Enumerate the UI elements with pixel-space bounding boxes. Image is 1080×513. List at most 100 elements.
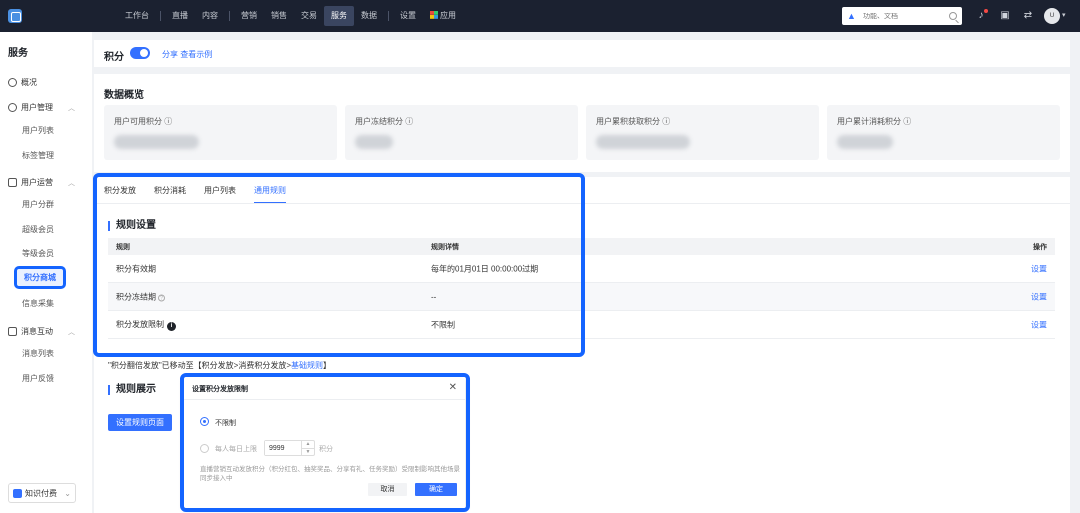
dialog-description: 直播营销互动发放积分（积分红包、抽奖奖品、分享有礼、任务奖励）受限制影响其他场景… — [200, 466, 460, 482]
nav-content[interactable]: 内容 — [195, 6, 225, 26]
search-icon[interactable] — [949, 12, 957, 20]
nav-settings[interactable]: 设置 — [393, 6, 423, 26]
points-toggle[interactable] — [130, 47, 150, 59]
page-header: 积分 分享 查看示例 — [94, 40, 1070, 67]
avatar[interactable]: U — [1044, 8, 1060, 24]
sidebar-group-user-mgmt[interactable]: 用户管理 ︿ — [8, 102, 75, 113]
col-action: 操作 — [1033, 243, 1047, 251]
sidebar-item-info-collect[interactable]: 信息采集 — [22, 298, 54, 309]
stat-card: 用户可用积分 ⓘ — [104, 105, 337, 160]
pie-chart-icon — [8, 78, 17, 87]
tab-points-issue[interactable]: 积分发放 — [104, 185, 136, 203]
app-logo-icon[interactable] — [8, 9, 22, 23]
sidebar-item-super-member[interactable]: 超级会员 — [22, 224, 54, 235]
tab-user-list[interactable]: 用户列表 — [204, 185, 236, 203]
sidebar-group-user-ops[interactable]: 用户运营 ︿ — [8, 177, 75, 188]
nav-service[interactable]: 服务 — [324, 6, 354, 26]
migration-note: "积分翻倍发放"已移动至【积分发放>消费积分发放>基础规则】 — [108, 360, 331, 371]
rule-detail: 不限制 — [431, 320, 455, 329]
nav-divider — [229, 11, 230, 21]
chevron-up-icon: ︿ — [68, 179, 75, 187]
sidebar-item-user-list[interactable]: 用户列表 — [22, 125, 54, 136]
main-nav: 工作台 直播 内容 营销 销售 交易 服务 数据 设置 应用 — [118, 6, 463, 26]
nav-data[interactable]: 数据 — [354, 6, 384, 26]
nav-workbench[interactable]: 工作台 — [118, 6, 156, 26]
confirm-button[interactable]: 确定 — [415, 483, 457, 496]
nav-divider — [388, 11, 389, 21]
increment-icon[interactable]: ▲ — [302, 441, 314, 448]
nav-live[interactable]: 直播 — [165, 6, 195, 26]
sidebar-group-msg[interactable]: 消息互动 ︿ — [8, 326, 75, 337]
sidebar-item-msg-list[interactable]: 消息列表 — [22, 348, 54, 359]
search-box[interactable]: ▲ — [842, 7, 962, 25]
chevron-down-icon[interactable]: ▾ — [1062, 11, 1066, 19]
col-rule: 规则 — [116, 243, 130, 251]
rule-name: 积分发放限制 — [116, 319, 164, 329]
points-limit-dialog: 设置积分发放限制 ✕ 不限制 每人每日上限 ▲ ▼ 积分 直播营销互动发放积分（… — [184, 377, 465, 508]
close-icon[interactable]: ✕ — [449, 382, 457, 393]
rule-name-wrap: 积分冻结期? — [116, 291, 165, 302]
help-icon[interactable]: ? — [158, 294, 165, 301]
set-link[interactable]: 设置 — [1031, 263, 1047, 274]
nav-sales[interactable]: 销售 — [264, 6, 294, 26]
top-navigation-bar: 工作台 直播 内容 营销 销售 交易 服务 数据 设置 应用 ▲ ♪ ▣ ⇄ U… — [0, 0, 1080, 32]
radio-unlimited[interactable] — [200, 417, 209, 426]
radio-daily-limit[interactable] — [200, 444, 209, 453]
set-rules-page-button[interactable]: 设置规则页面 — [108, 414, 172, 431]
chevron-up-icon: ︿ — [68, 104, 75, 112]
sidebar-item-label: 用户运营 — [21, 178, 53, 187]
radio-daily-limit-label: 每人每日上限 — [215, 446, 257, 453]
notification-dot — [984, 9, 988, 13]
sidebar-item-label: 用户管理 — [21, 103, 53, 112]
sidebar-item-level-member[interactable]: 等级会员 — [22, 248, 54, 259]
share-example-links[interactable]: 分享 查看示例 — [162, 49, 212, 60]
col-detail: 规则详情 — [431, 243, 459, 251]
store-icon[interactable]: ▣ — [998, 9, 1012, 23]
nav-divider — [160, 11, 161, 21]
sidebar-item-user-group[interactable]: 用户分群 — [22, 199, 54, 210]
sidebar: 服务 概况 用户管理 ︿ 用户列表 标签管理 用户运营 ︿ 用户分群 超级会员 … — [0, 32, 92, 513]
nav-marketing[interactable]: 营销 — [234, 6, 264, 26]
unit-label: 积分 — [319, 446, 333, 453]
nav-apps[interactable]: 应用 — [423, 6, 463, 26]
note-text: "积分翻倍发放"已移动至【积分发放>消费积分发放> — [108, 361, 292, 370]
stat-card: 用户累计消耗积分 ⓘ — [827, 105, 1060, 160]
chevron-down-icon: ⌄ — [64, 488, 71, 498]
rules-table: 规则 规则详情 操作 积分有效期 每年的01月01日 00:00:00过期 设置… — [108, 238, 1055, 339]
product-switcher[interactable]: 知识付费 ⌄ — [8, 483, 76, 503]
tab-bar: 积分发放 积分消耗 用户列表 通用规则 — [104, 185, 286, 203]
search-input[interactable] — [863, 12, 941, 20]
stat-label: 用户累积获取积分 ⓘ — [596, 117, 671, 126]
daily-limit-input[interactable] — [265, 441, 301, 455]
daily-limit-stepper[interactable]: ▲ ▼ — [264, 440, 315, 456]
decrement-icon[interactable]: ▼ — [302, 448, 314, 456]
info-icon[interactable]: i — [167, 321, 176, 331]
rule-name-wrap: 积分发放限制 i — [116, 319, 176, 331]
sidebar-item-tag-mgmt[interactable]: 标签管理 — [22, 150, 54, 161]
set-link[interactable]: 设置 — [1031, 291, 1047, 302]
basic-rules-link[interactable]: 基础规则 — [291, 361, 323, 370]
nav-trade[interactable]: 交易 — [294, 6, 324, 26]
radio-unlimited-label: 不限制 — [215, 420, 236, 427]
people-icon — [8, 178, 17, 187]
blurred-value — [596, 135, 690, 149]
stepper-arrows: ▲ ▼ — [301, 441, 314, 455]
stat-label: 用户冻结积分 ⓘ — [355, 117, 414, 126]
stat-card: 用户累积获取积分 ⓘ — [586, 105, 819, 160]
blurred-value — [355, 135, 393, 149]
sidebar-item-user-feedback[interactable]: 用户反馈 — [22, 373, 54, 384]
table-row: 积分发放限制 i 不限制 设置 — [108, 311, 1055, 339]
bell-icon[interactable]: ♪ — [974, 9, 988, 23]
set-link[interactable]: 设置 — [1031, 319, 1047, 330]
switch-icon[interactable]: ⇄ — [1021, 9, 1035, 23]
stat-label: 用户累计消耗积分 ⓘ — [837, 117, 912, 126]
sidebar-item-points-mall[interactable]: 积分商城 — [14, 266, 66, 289]
cancel-button[interactable]: 取消 — [368, 483, 407, 496]
tab-general-rules[interactable]: 通用规则 — [254, 185, 286, 203]
sidebar-item-label: 概况 — [21, 78, 37, 87]
tab-points-consume[interactable]: 积分消耗 — [154, 185, 186, 203]
sidebar-item-overview[interactable]: 概况 — [8, 77, 37, 88]
nav-apps-label: 应用 — [440, 11, 456, 20]
page-title: 积分 — [104, 52, 124, 63]
dialog-divider — [184, 399, 465, 400]
